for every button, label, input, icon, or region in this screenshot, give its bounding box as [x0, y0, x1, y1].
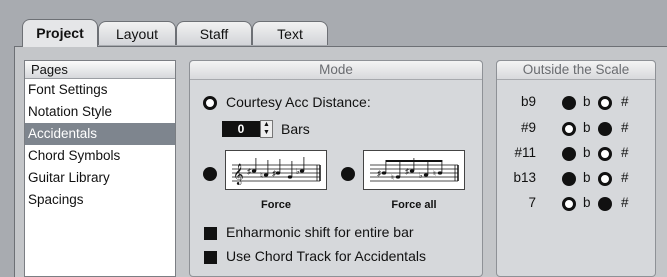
stepper-down-icon[interactable]: ▼	[261, 129, 272, 137]
sharp-label: #	[621, 195, 629, 210]
scale-row-label: b13	[513, 170, 536, 185]
flat-radio[interactable]	[562, 96, 576, 110]
bars-stepper[interactable]: ▲ ▼	[260, 120, 273, 138]
svg-text:♮: ♮	[391, 173, 394, 182]
svg-text:♮: ♮	[433, 169, 436, 178]
flat-radio[interactable]	[562, 122, 576, 136]
mode-header: Mode	[190, 61, 482, 80]
force-notation-image: 𝄞 ♯ ♮ ♯ ♭	[225, 150, 327, 190]
sharp-label: #	[621, 145, 629, 160]
sharp-radio[interactable]	[598, 122, 612, 136]
enharmonic-label: Enharmonic shift for entire bar	[226, 224, 414, 240]
sharp-radio[interactable]	[598, 96, 612, 110]
sharp-radio[interactable]	[598, 172, 612, 186]
flat-label: b	[583, 170, 591, 185]
svg-text:♯: ♯	[405, 167, 409, 176]
svg-text:♯: ♯	[247, 167, 251, 176]
page-item-spacings[interactable]: Spacings	[25, 189, 175, 211]
scale-row-sharp11: #11 b #	[496, 142, 656, 164]
svg-text:𝄞: 𝄞	[233, 164, 244, 185]
flat-radio[interactable]	[562, 172, 576, 186]
flat-label: b	[583, 195, 591, 210]
scale-row-b9: b9 b #	[496, 91, 656, 113]
flat-label: b	[583, 145, 591, 160]
force-caption: Force	[261, 199, 291, 211]
stepper-up-icon[interactable]: ▲	[261, 121, 272, 129]
svg-text:♮: ♮	[260, 171, 263, 180]
tab-staff[interactable]: Staff	[176, 21, 252, 45]
courtesy-radio[interactable]	[203, 96, 217, 110]
svg-text:♭: ♭	[296, 167, 300, 176]
sharp-radio[interactable]	[598, 197, 612, 211]
page-item-guitar-library[interactable]: Guitar Library	[25, 167, 175, 189]
outside-scale-header: Outside the Scale	[497, 61, 655, 80]
force-all-staff-icon: ♯ ♮ ♯ ♭ ♮	[370, 158, 459, 182]
sharp-label: #	[621, 170, 629, 185]
flat-label: b	[583, 94, 591, 109]
pages-header: Pages	[25, 61, 175, 79]
svg-text:♯: ♯	[377, 169, 381, 178]
force-all-caption: Force all	[391, 199, 437, 211]
flat-radio[interactable]	[562, 147, 576, 161]
tab-project[interactable]: Project	[22, 19, 98, 47]
chord-track-checkbox[interactable]	[204, 251, 217, 264]
page-item-accidentals[interactable]: Accidentals	[25, 123, 175, 145]
svg-text:♯: ♯	[272, 169, 276, 178]
flat-label: b	[583, 120, 591, 135]
scale-row-label: b9	[520, 94, 536, 109]
pages-list: Pages Font Settings Notation Style Accid…	[24, 60, 176, 277]
scale-row-sharp9: #9 b #	[496, 117, 656, 139]
courtesy-label: Courtesy Acc Distance:	[226, 94, 371, 110]
bars-input[interactable]: 0	[222, 121, 260, 137]
page-item-chord-symbols[interactable]: Chord Symbols	[25, 145, 175, 167]
bars-label: Bars	[281, 121, 310, 137]
chord-track-label: Use Chord Track for Accidentals	[226, 248, 426, 264]
tab-text[interactable]: Text	[252, 21, 328, 45]
sharp-label: #	[621, 120, 629, 135]
svg-text:♭: ♭	[419, 171, 423, 180]
scale-row-label: 7	[528, 195, 536, 210]
page-item-notation-style[interactable]: Notation Style	[25, 101, 175, 123]
scale-row-label: #11	[514, 145, 536, 160]
scale-row-b13: b13 b #	[496, 167, 656, 189]
force-all-radio[interactable]	[341, 167, 355, 181]
sharp-label: #	[621, 94, 629, 109]
force-radio[interactable]	[203, 167, 217, 181]
scale-row-label: #9	[520, 120, 536, 135]
force-all-notation-image: ♯ ♮ ♯ ♭ ♮	[363, 150, 465, 190]
force-staff-icon: 𝄞 ♯ ♮ ♯ ♭	[232, 157, 321, 185]
page-item-font-settings[interactable]: Font Settings	[25, 79, 175, 101]
sharp-radio[interactable]	[598, 147, 612, 161]
enharmonic-checkbox[interactable]	[204, 227, 217, 240]
flat-radio[interactable]	[562, 197, 576, 211]
scale-row-7: 7 b #	[496, 192, 656, 214]
tab-layout[interactable]: Layout	[98, 21, 176, 45]
